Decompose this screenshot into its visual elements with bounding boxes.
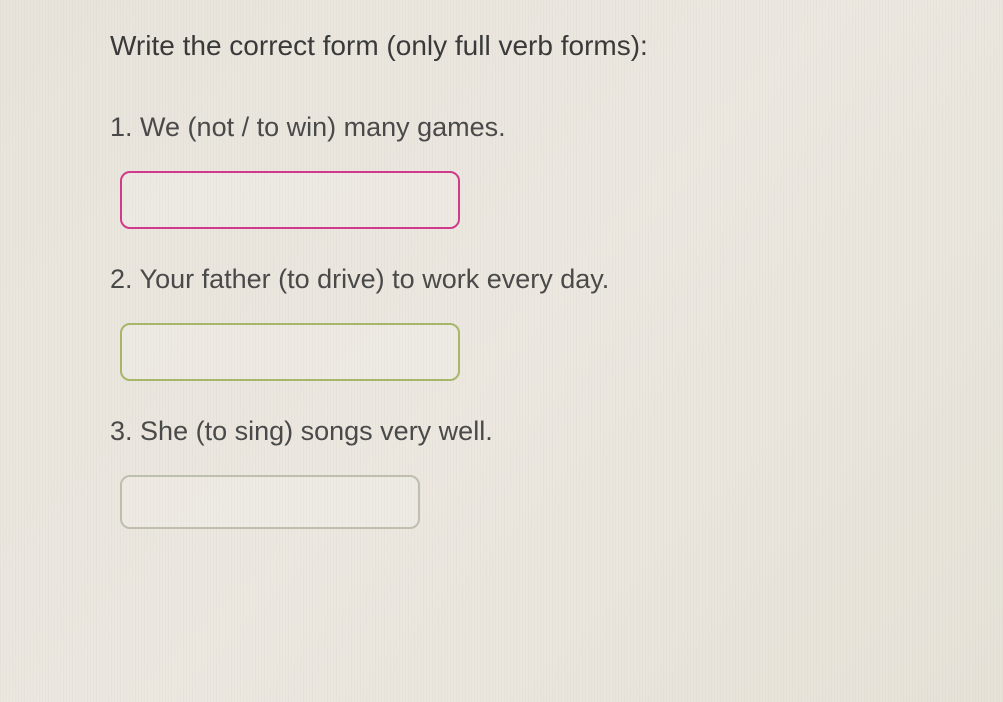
question-text-2: 2. Your father (to drive) to work every … — [110, 264, 903, 295]
question-block-2: 2. Your father (to drive) to work every … — [110, 264, 903, 381]
question-number: 1. — [110, 112, 133, 142]
exercise-instruction: Write the correct form (only full verb f… — [110, 30, 903, 62]
question-block-3: 3. She (to sing) songs very well. — [110, 416, 903, 529]
question-text-1: 1. We (not / to win) many games. — [110, 112, 903, 143]
question-prompt: We (not / to win) many games. — [140, 112, 506, 142]
question-text-3: 3. She (to sing) songs very well. — [110, 416, 903, 447]
answer-input-2[interactable] — [120, 323, 460, 381]
question-number: 2. — [110, 264, 133, 294]
question-prompt: Your father (to drive) to work every day… — [140, 264, 610, 294]
answer-input-1[interactable] — [120, 171, 460, 229]
question-block-1: 1. We (not / to win) many games. — [110, 112, 903, 229]
question-prompt: She (to sing) songs very well. — [140, 416, 493, 446]
answer-input-3[interactable] — [120, 475, 420, 529]
question-number: 3. — [110, 416, 133, 446]
